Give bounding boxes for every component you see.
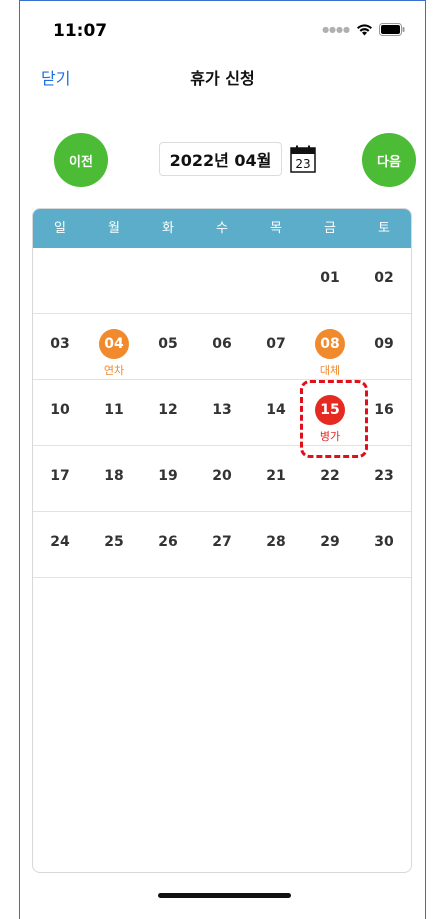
weekday-label: 화: [162, 221, 174, 236]
calendar-day-cell[interactable]: 10: [33, 380, 87, 445]
wifi-icon: [357, 24, 372, 36]
weekday-label: 월: [108, 221, 120, 236]
calendar-day-cell[interactable]: 07: [249, 314, 303, 379]
current-month-display[interactable]: 2022년 04월: [159, 142, 282, 176]
calendar-day-cell[interactable]: 11: [87, 380, 141, 445]
day-number: 08: [315, 329, 345, 359]
calendar-day-cell[interactable]: 22: [303, 446, 357, 511]
calendar-icon[interactable]: 23: [290, 145, 316, 173]
day-number: 03: [50, 336, 70, 352]
weekday-header: 일월화수목금토: [33, 209, 411, 248]
weekday-label: 토: [378, 221, 390, 236]
calendar-day-cell[interactable]: 15 병가: [303, 380, 357, 445]
day-number: 13: [212, 402, 232, 418]
day-number: 05: [158, 336, 178, 352]
calendar-day-cell[interactable]: 04 연차: [87, 314, 141, 379]
calendar-week-row: 10 11 12 13 14 15 병가 16: [33, 380, 411, 446]
battery-icon: [379, 23, 405, 36]
calendar-week-row: 01 02: [33, 248, 411, 314]
page-title: 휴가 신청: [190, 69, 255, 88]
day-number: 29: [320, 534, 340, 550]
calendar-day-cell[interactable]: 20: [195, 446, 249, 511]
calendar-day-cell[interactable]: 28: [249, 512, 303, 577]
day-number: 02: [374, 270, 394, 286]
calendar-day-cell[interactable]: 18: [87, 446, 141, 511]
calendar-day-cell[interactable]: 17: [33, 446, 87, 511]
calendar-day-cell: [87, 248, 141, 313]
calendar-day-cell[interactable]: 26: [141, 512, 195, 577]
leave-type-label: 병가: [319, 430, 341, 443]
status-bar: 11:07 ●●●●: [20, 1, 425, 61]
calendar-day-cell[interactable]: 27: [195, 512, 249, 577]
day-number: 27: [212, 534, 232, 550]
day-number: 30: [374, 534, 394, 550]
leave-type-label: 연차: [103, 364, 125, 377]
calendar-day-cell[interactable]: 29: [303, 512, 357, 577]
day-number: 23: [374, 468, 394, 484]
calendar-day-cell[interactable]: 25: [87, 512, 141, 577]
day-number: 12: [158, 402, 178, 418]
day-number: 09: [374, 336, 394, 352]
calendar-day-cell[interactable]: 21: [249, 446, 303, 511]
calendar-week-row: 24 25 26 27 28 29 30: [33, 512, 411, 578]
calendar-day-cell[interactable]: 05: [141, 314, 195, 379]
calendar-day-cell: [141, 248, 195, 313]
weekday-label: 일: [54, 221, 66, 236]
calendar-day-cell[interactable]: 14: [249, 380, 303, 445]
calendar-day-cell[interactable]: 09: [357, 314, 411, 379]
previous-month-button[interactable]: 이전: [54, 133, 108, 187]
day-number: 25: [104, 534, 124, 550]
day-number: 26: [158, 534, 178, 550]
day-number: 04: [99, 329, 129, 359]
cellular-signal-icon: ●●●●: [322, 25, 350, 34]
status-time: 11:07: [53, 21, 108, 41]
home-indicator: [158, 893, 291, 898]
calendar-day-cell[interactable]: 30: [357, 512, 411, 577]
next-month-button[interactable]: 다음: [362, 133, 416, 187]
day-number: 11: [104, 402, 124, 418]
day-number: 21: [266, 468, 286, 484]
calendar-day-cell[interactable]: 13: [195, 380, 249, 445]
day-number: 07: [266, 336, 286, 352]
calendar-day-cell[interactable]: 01: [303, 248, 357, 313]
day-number: 28: [266, 534, 286, 550]
day-number: 19: [158, 468, 178, 484]
calendar-day-cell[interactable]: 08 대체: [303, 314, 357, 379]
calendar-day-cell[interactable]: 24: [33, 512, 87, 577]
phone-screen: 11:07 ●●●● 닫기 휴가 신청 이전 2022년 04월 23 다음 일: [19, 0, 426, 919]
day-number: 06: [212, 336, 232, 352]
leave-type-label: 대체: [319, 364, 341, 377]
calendar-day-cell[interactable]: 23: [357, 446, 411, 511]
calendar-day-cell[interactable]: 19: [141, 446, 195, 511]
weekday-label: 금: [324, 221, 336, 236]
day-number: 16: [374, 402, 394, 418]
calendar-day-cell[interactable]: 02: [357, 248, 411, 313]
calendar-icon-day: 23: [295, 157, 310, 171]
status-indicators: ●●●●: [322, 23, 405, 36]
calendar-day-cell: [249, 248, 303, 313]
calendar-week-row: 03 04 연차 05 06 07 08 대체 09: [33, 314, 411, 380]
day-number: 24: [50, 534, 70, 550]
day-number: 18: [104, 468, 124, 484]
calendar-grid: 일 월 화 수 목 금 토 01 02 03 04 연차 05 06 07 08 대체 09 10 11 12 13 14…: [32, 208, 412, 873]
calendar-day-cell[interactable]: 16: [357, 380, 411, 445]
weekday-label: 수: [216, 221, 228, 236]
day-number: 20: [212, 468, 232, 484]
calendar-day-cell: [195, 248, 249, 313]
day-number: 14: [266, 402, 286, 418]
weekday-label: 목: [270, 221, 282, 236]
day-number: 01: [320, 270, 340, 286]
day-number: 22: [320, 468, 340, 484]
day-number: 10: [50, 402, 70, 418]
calendar-day-cell[interactable]: 03: [33, 314, 87, 379]
day-number: 15: [315, 395, 345, 425]
calendar-day-cell[interactable]: 12: [141, 380, 195, 445]
calendar-day-cell: [33, 248, 87, 313]
calendar-day-cell[interactable]: 06: [195, 314, 249, 379]
calendar-week-row: 17 18 19 20 21 22 23: [33, 446, 411, 512]
day-number: 17: [50, 468, 70, 484]
